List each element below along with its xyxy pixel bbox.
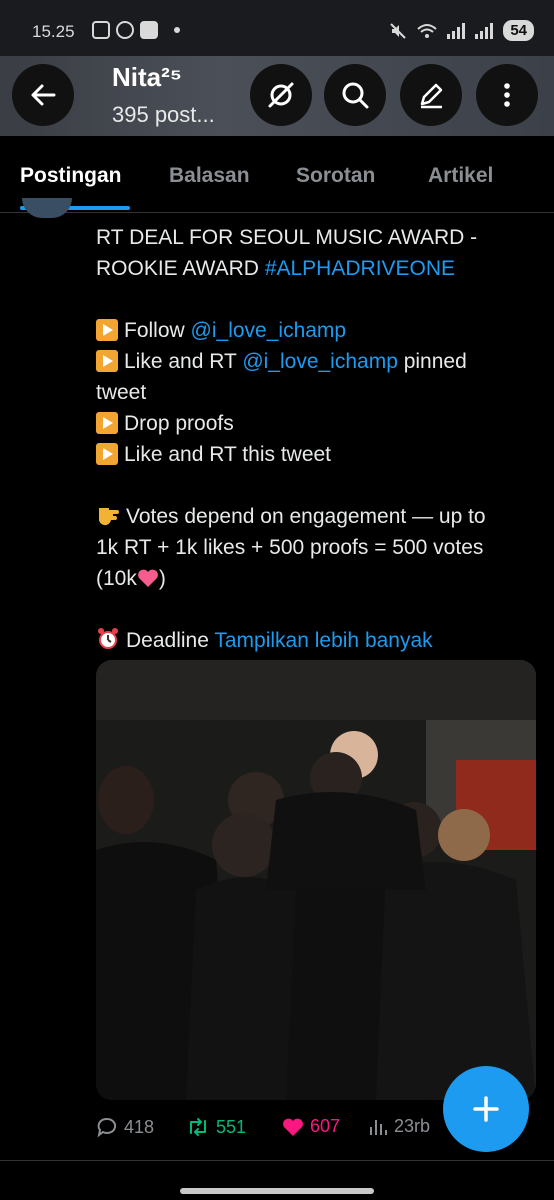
plus-icon	[473, 1096, 499, 1122]
wifi-icon	[417, 23, 437, 38]
avatar[interactable]	[22, 198, 72, 218]
heart-icon	[283, 1118, 303, 1136]
tweet-line: 1k RT + 1k likes + 500 proofs = 500 vote…	[96, 536, 484, 559]
pointing-down-emoji-icon	[98, 508, 119, 526]
system-icons: 54	[389, 20, 534, 41]
views-button[interactable]: 23rb	[368, 1116, 430, 1137]
group-photo-image	[96, 660, 536, 1100]
status-bar: 15.25 54	[0, 0, 554, 56]
profile-name: Nita²⁵	[112, 62, 182, 92]
repost-icon	[190, 1118, 206, 1136]
more-vertical-icon	[504, 83, 510, 107]
repost-button[interactable]: 551	[186, 1116, 246, 1138]
show-more-link[interactable]: Tampilkan lebih banyak	[214, 629, 432, 652]
status-time: 15.25	[32, 22, 75, 41]
views-chart-icon	[370, 1119, 387, 1135]
reply-count: 418	[124, 1116, 155, 1137]
play-button-emoji-icon	[96, 319, 118, 341]
tweet-line: Votes depend on engagement — up to	[96, 501, 536, 532]
grok-button[interactable]	[250, 64, 312, 126]
feed-divider	[0, 1160, 554, 1161]
profile-header: Nita²⁵ 395 post...	[0, 56, 554, 136]
youtube-icon	[140, 21, 158, 39]
tweet-line: ROOKIE AWARD #ALPHADRIVEONE	[96, 257, 456, 280]
like-button[interactable]: 607	[282, 1116, 340, 1137]
mention-link[interactable]: @i_love_ichamp	[242, 350, 398, 373]
tweet-photo[interactable]	[96, 660, 536, 1100]
more-options-button[interactable]	[476, 64, 538, 126]
play-button-emoji-icon	[96, 412, 118, 434]
hashtag-link[interactable]: #ALPHADRIVEONE	[265, 257, 455, 280]
screen-record-icon	[92, 21, 110, 39]
home-indicator[interactable]	[180, 1188, 374, 1194]
arrow-left-icon	[31, 84, 56, 106]
search-icon	[342, 82, 369, 109]
like-count: 607	[310, 1116, 341, 1136]
reply-icon	[97, 1117, 117, 1138]
pencil-icon	[420, 83, 443, 109]
play-button-emoji-icon	[96, 443, 118, 465]
grok-icon	[268, 82, 294, 108]
tweet-line: Follow @i_love_ichamp	[96, 315, 536, 346]
profile-tabs: Postingan Balasan Sorotan Artikel	[0, 140, 554, 213]
notification-icons	[92, 21, 180, 39]
views-count: 23rb	[394, 1116, 431, 1136]
mute-icon	[390, 22, 407, 39]
post-count: 395 post...	[112, 102, 215, 127]
tweet-line: Drop proofs	[96, 408, 536, 439]
tweet-text[interactable]: RT DEAL FOR SEOUL MUSIC AWARD - ROOKIE A…	[96, 222, 536, 656]
whatsapp-icon	[116, 21, 134, 39]
reply-button[interactable]: 418	[96, 1116, 154, 1138]
mention-link[interactable]: @i_love_ichamp	[191, 319, 347, 342]
compose-fab-button[interactable]	[443, 1066, 529, 1152]
repost-count: 551	[216, 1116, 247, 1137]
tweet-line: RT DEAL FOR SEOUL MUSIC AWARD -	[96, 226, 478, 249]
more-notifications-icon	[174, 27, 180, 33]
pink-heart-emoji-icon	[137, 569, 158, 587]
tab-sorotan[interactable]: Sorotan	[296, 164, 375, 188]
tweet-line: Deadline Tampilkan lebih banyak	[96, 625, 536, 656]
tweet-line: Like and RT this tweet	[96, 439, 536, 470]
battery-indicator: 54	[503, 20, 534, 41]
compose-button[interactable]	[400, 64, 462, 126]
tweet-line: Like and RT @i_love_ichamp pinned	[96, 346, 536, 377]
signal-1-icon	[447, 22, 466, 39]
tab-postingan[interactable]: Postingan	[20, 164, 122, 188]
search-button[interactable]	[324, 64, 386, 126]
play-button-emoji-icon	[96, 350, 118, 372]
signal-2-icon	[475, 22, 494, 39]
tweet-line: tweet	[96, 381, 147, 404]
tab-balasan[interactable]: Balasan	[169, 164, 250, 188]
tweet-line: (10k)	[96, 567, 166, 590]
back-button[interactable]	[12, 64, 74, 126]
alarm-clock-emoji-icon	[98, 628, 118, 649]
tab-artikel[interactable]: Artikel	[428, 164, 493, 188]
